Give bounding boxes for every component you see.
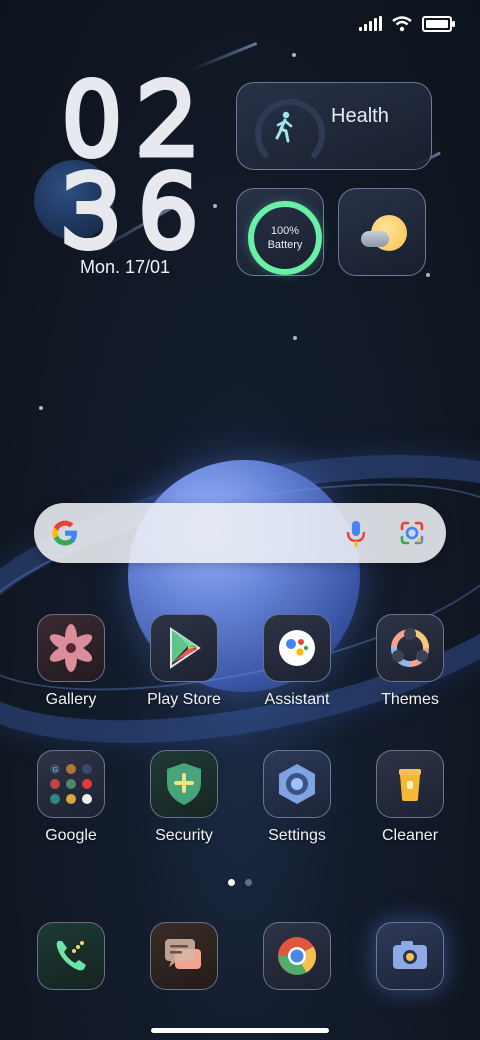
svg-text:G: G	[53, 766, 58, 774]
chrome-icon	[263, 922, 331, 990]
google-search-bar[interactable]	[34, 503, 446, 563]
clock-hours[interactable]: 0 2	[57, 64, 203, 176]
app-label: Google	[45, 827, 97, 844]
star	[293, 336, 297, 340]
play-store-icon	[150, 614, 218, 682]
cleaner-bin-icon	[376, 750, 444, 818]
app-label: Gallery	[45, 691, 97, 708]
date-label[interactable]: Mon. 17/01	[60, 257, 190, 278]
wifi-icon	[392, 16, 412, 32]
app-label: Themes	[381, 691, 439, 708]
signal-bars-icon	[359, 16, 382, 31]
dock-messages[interactable]	[129, 922, 239, 990]
health-widget[interactable]: Health	[236, 82, 432, 170]
google-logo-icon	[52, 520, 77, 546]
clock-minute-digit: 6	[133, 156, 203, 268]
star	[39, 406, 43, 410]
dock-phone[interactable]	[16, 922, 126, 990]
dock-camera[interactable]	[355, 922, 465, 990]
app-label: Cleaner	[381, 827, 439, 844]
app-themes[interactable]: Themes	[355, 614, 465, 709]
battery-percent: 100%	[270, 225, 300, 237]
star	[426, 273, 430, 277]
app-label: Assistant	[264, 691, 330, 708]
app-settings[interactable]: Settings	[242, 750, 352, 845]
app-label: Settings	[268, 827, 326, 844]
google-lens-icon[interactable]	[398, 519, 426, 547]
settings-gear-icon	[263, 750, 331, 818]
app-assistant[interactable]: Assistant	[242, 614, 352, 709]
walking-person-icon	[275, 111, 293, 143]
assistant-icon	[263, 614, 331, 682]
page-dot[interactable]	[245, 879, 252, 886]
battery-ring: 100% Battery	[248, 201, 322, 275]
app-gallery[interactable]: Gallery	[16, 614, 126, 709]
dock-chrome[interactable]	[242, 922, 352, 990]
star	[292, 53, 296, 57]
star	[213, 204, 217, 208]
page-dot-active[interactable]	[228, 879, 235, 886]
app-google-folder[interactable]: G Google	[16, 750, 126, 845]
battery-widget[interactable]: 100% Battery	[236, 188, 324, 276]
app-label: Play Store	[147, 691, 221, 708]
clock-hour-digit: 2	[133, 64, 203, 176]
battery-icon	[422, 16, 455, 32]
shooting-star	[191, 41, 258, 71]
google-folder-icon: G	[37, 750, 105, 818]
app-label: Security	[155, 827, 213, 844]
messages-icon	[150, 922, 218, 990]
security-shield-icon	[150, 750, 218, 818]
gallery-flower-icon	[37, 614, 105, 682]
app-security[interactable]: Security	[129, 750, 239, 845]
clock-hour-digit: 0	[57, 64, 127, 176]
battery-level-fill	[426, 20, 448, 28]
microphone-icon[interactable]	[342, 519, 370, 549]
camera-icon	[376, 922, 444, 990]
phone-icon	[37, 922, 105, 990]
cloud-icon	[361, 231, 389, 247]
status-bar	[359, 16, 455, 32]
app-play-store[interactable]: Play Store	[129, 614, 239, 709]
themes-icon	[376, 614, 444, 682]
weather-widget[interactable]	[338, 188, 426, 276]
page-indicator	[228, 879, 252, 886]
app-cleaner[interactable]: Cleaner	[355, 750, 465, 845]
health-widget-title: Health	[331, 105, 389, 127]
clock-minute-digit: 3	[57, 156, 127, 268]
battery-label: Battery	[267, 239, 303, 251]
clock-minutes[interactable]: 3 6	[57, 156, 203, 268]
home-gesture-bar[interactable]	[151, 1028, 329, 1033]
